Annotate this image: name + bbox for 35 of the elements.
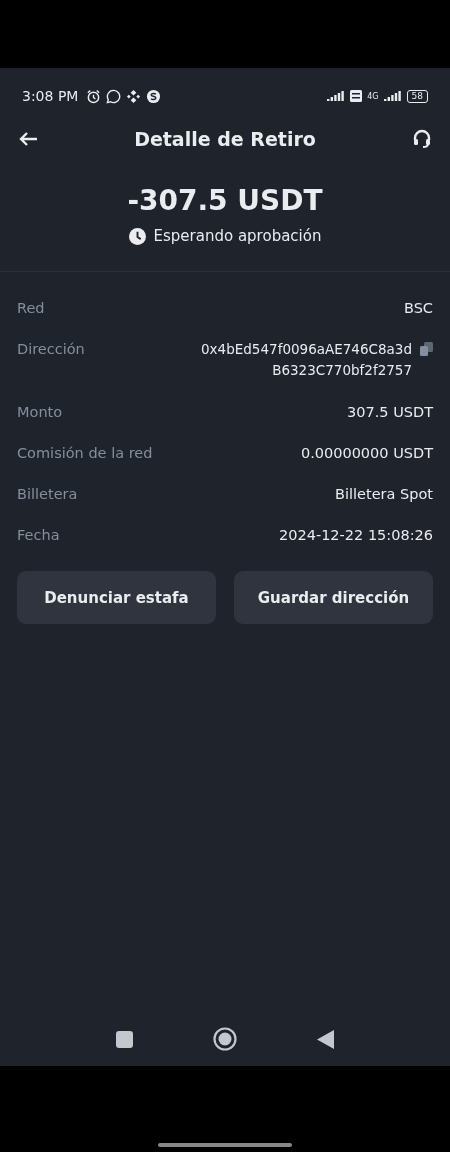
- detail-value: BSC: [403, 299, 433, 318]
- recent-apps-icon[interactable]: [116, 1030, 133, 1048]
- page-title: Detalle de Retiro: [134, 128, 316, 150]
- alarm-clock-icon: [86, 88, 102, 104]
- battery-level: 58: [406, 89, 428, 103]
- detail-value: Billetera Spot: [335, 485, 433, 504]
- signal-icon: [383, 91, 402, 101]
- detail-value: 307.5 USDT: [347, 403, 433, 422]
- report-scam-button[interactable]: Denunciar estafa: [17, 571, 216, 624]
- headset-icon[interactable]: [412, 129, 432, 149]
- detail-label: Monto: [17, 403, 63, 422]
- save-address-button[interactable]: Guardar dirección: [234, 571, 433, 624]
- diamond-logo-icon: [126, 88, 142, 104]
- detail-label: Billetera: [17, 485, 78, 504]
- detail-value: 0.00000000 USDT: [300, 444, 433, 463]
- detail-label: Red: [17, 299, 45, 318]
- withdrawal-status: Esperando aprobación: [153, 227, 322, 245]
- volte-icon: [350, 90, 363, 102]
- detail-label: Fecha: [17, 526, 60, 545]
- withdrawal-amount: -307.5 USDT: [126, 184, 324, 217]
- status-time: 3:08 PM: [22, 88, 79, 104]
- chat-bubble-icon: [106, 88, 122, 104]
- signal-icon: [327, 91, 346, 101]
- home-icon[interactable]: [213, 1027, 237, 1051]
- detail-label: Dirección: [17, 340, 85, 359]
- dollar-coin-icon: [146, 88, 162, 104]
- detail-value: 2024-12-22 15:08:26: [279, 526, 433, 545]
- clock-icon: [128, 227, 146, 245]
- back-arrow-icon[interactable]: [18, 131, 38, 147]
- detail-label: Comisión de la red: [17, 444, 153, 463]
- network-type-label: 4G: [367, 91, 379, 101]
- copy-icon[interactable]: [420, 342, 433, 356]
- address-value: B6323C770bf2f2757: [272, 361, 412, 380]
- back-icon[interactable]: [317, 1029, 334, 1049]
- address-value: 0x4bEd547f0096aAE746C8a3d: [201, 340, 412, 359]
